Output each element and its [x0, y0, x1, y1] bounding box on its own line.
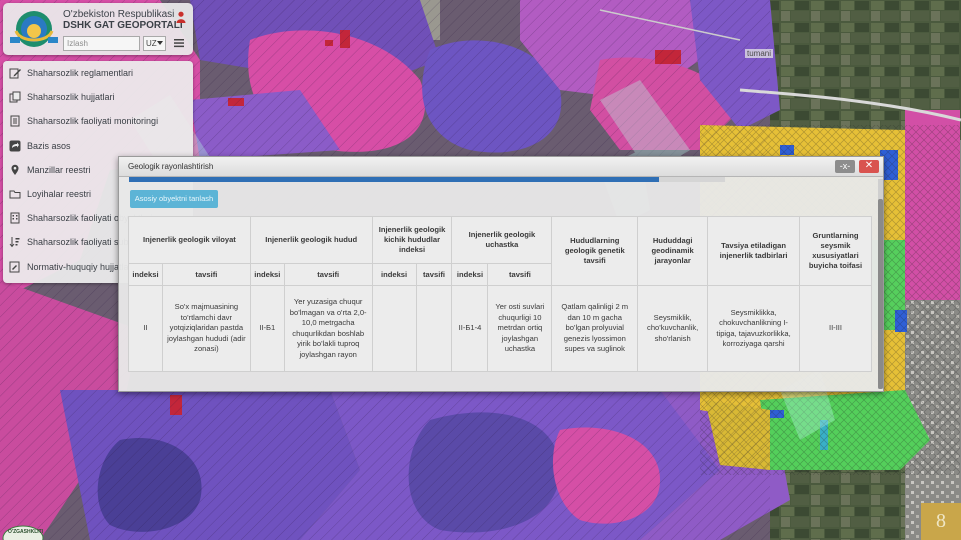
- loading-progress-bar: [129, 177, 725, 182]
- modal-scrollbar[interactable]: [878, 179, 883, 389]
- subheader-indeksi: indeksi: [371, 263, 417, 286]
- page-number-badge: 8: [921, 503, 961, 540]
- sidebar-item-label: Shaharsozlik faoliyati monitoringi: [27, 116, 159, 127]
- law-document-icon: [9, 261, 20, 273]
- modal-scroll-thumb[interactable]: [878, 199, 883, 389]
- cell-viloyat-indeksi: II: [128, 285, 163, 372]
- sidebar-item-bazis[interactable]: Bazis asos: [3, 134, 193, 158]
- geology-table: Injenerlik geologik viloyat Injenerlik g…: [128, 216, 872, 372]
- header-seysmik: Gruntlarning seysmik xususiyatlari buyic…: [799, 216, 872, 286]
- language-select[interactable]: UZ: [143, 36, 166, 51]
- building-icon: [10, 212, 20, 224]
- sidebar-item-hujjatlar[interactable]: Shaharsozlik hujjatlari: [3, 85, 193, 109]
- cell-hudud-tavsifi: Yer yuzasiga chuqur bo'lmagan va o'rta 2…: [283, 285, 373, 372]
- cell-uchastka-tavsifi: Yer osti suvlari chuqurligi 10 metrdan o…: [487, 285, 553, 372]
- sidebar-item-label: Shaharsozlik hujjatlari: [27, 92, 115, 103]
- sidebar-item-label: Bazis asos: [27, 140, 71, 151]
- folder-icon: [9, 190, 21, 199]
- modal-titlebar[interactable]: Geologik rayonlashtirish -x- ✕: [119, 157, 883, 177]
- sidebar-item-label: Manzillar reestri: [27, 164, 91, 175]
- cell-seysmik: II-III: [799, 285, 872, 372]
- loading-progress-fill: [129, 177, 660, 182]
- table-row: II So'x majmuasining to'rtlamchi davr yo…: [128, 285, 872, 372]
- report-icon: [10, 115, 20, 127]
- sidebar-item-label: Normativ-huquqiy hujjatlar: [27, 261, 132, 272]
- sidebar-item-label: Loyihalar reestri: [27, 189, 92, 200]
- modal-title: Geologik rayonlashtirish: [128, 162, 214, 171]
- header-genetik-tavsif: Hududlarning geologik genetik tavsifi: [551, 216, 639, 286]
- app-title-line1: O'zbekiston Respublikasi: [63, 9, 175, 20]
- geology-modal: Geologik rayonlashtirish -x- ✕ Asosiy ob…: [118, 156, 884, 392]
- header-hudud: Injenerlik geologik hudud: [249, 216, 373, 264]
- close-button[interactable]: ✕: [859, 160, 879, 173]
- documents-icon: [9, 91, 21, 103]
- subheader-tavsifi: tavsifi: [283, 263, 373, 286]
- subheader-indeksi: indeksi: [249, 263, 285, 286]
- header-tadbirlar: Tavsiya etiladigan injenerlik tadbirlari: [707, 216, 800, 286]
- subheader-indeksi: indeksi: [128, 263, 163, 286]
- subheader-tavsifi: tavsifi: [415, 263, 453, 286]
- map-place-label: tumani: [745, 49, 774, 58]
- app-title-line2: DSHK GAT GEOPORTALI: [63, 20, 183, 31]
- subheader-tavsifi: tavsifi: [487, 263, 553, 286]
- sidebar-item-monitoring[interactable]: Shaharsozlik faoliyati monitoringi: [3, 109, 193, 133]
- header-geodinamik: Hududdagi geodinamik jarayonlar: [637, 216, 709, 286]
- share-icon: [9, 140, 21, 152]
- app-header: O'zbekiston Respublikasi DSHK GAT GEOPOR…: [3, 3, 193, 55]
- cell-viloyat-tavsifi: So'x majmuasining to'rtlamchi davr yotqi…: [161, 285, 251, 372]
- sidebar-item-reglamentlar[interactable]: Shaharsozlik reglamentlari: [3, 61, 193, 85]
- sidebar-item-label: Shaharsozlik reglamentlari: [27, 68, 134, 79]
- user-icon[interactable]: [176, 11, 186, 23]
- header-kichik-hudud: Injenerlik geologik kichik hududlar inde…: [371, 216, 453, 264]
- chevron-down-icon: [157, 41, 163, 45]
- cell-kichik-indeksi: [371, 285, 417, 372]
- sort-icon: [9, 237, 20, 248]
- app-title: O'zbekiston Respublikasi DSHK GAT GEOPOR…: [63, 9, 183, 31]
- cell-hudud-indeksi: II-Б1: [249, 285, 285, 372]
- subheader-indeksi: indeksi: [451, 263, 489, 286]
- header-uchastka: Injenerlik geologik uchastka: [451, 216, 553, 264]
- cell-uchastka-indeksi: II-Б1-4: [451, 285, 489, 372]
- edit-icon: [9, 68, 21, 79]
- cell-geodinamik: Seysmiklik, cho'kuvchanlik, sho'rlanish: [637, 285, 709, 372]
- cell-genetik-tavsif: Qatlam qalinligi 2 m dan 10 m gacha bo'l…: [551, 285, 639, 372]
- cell-tadbirlar: Seysmiklikka, chokuvchanlikning I-tipiga…: [707, 285, 800, 372]
- header-viloyat: Injenerlik geologik viloyat: [128, 216, 251, 264]
- emblem-logo: [10, 11, 58, 47]
- organization-logo-text: O'ZGASHKLITI: [8, 529, 44, 535]
- search-input[interactable]: Izlash: [63, 36, 140, 51]
- cell-kichik-tavsifi: [415, 285, 453, 372]
- language-value: UZ: [146, 39, 157, 48]
- subheader-tavsifi: tavsifi: [161, 263, 251, 286]
- select-main-object-button[interactable]: Asosiy obyektni tanlash: [130, 190, 218, 208]
- minimize-button[interactable]: -x-: [835, 160, 855, 173]
- hamburger-menu-icon[interactable]: [174, 38, 184, 48]
- map-pin-icon: [11, 164, 19, 175]
